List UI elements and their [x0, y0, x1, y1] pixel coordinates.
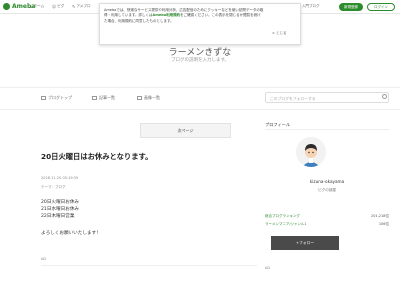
blog-search-input[interactable]: このブログをフォローする — [265, 92, 389, 103]
avatar-illustration — [296, 137, 326, 167]
tab-image-list-label: 画像一覧 — [144, 95, 160, 100]
tab-blog-top-label: ブログトップ — [48, 95, 72, 100]
tab-blog-top[interactable]: ブログトップ — [41, 95, 72, 101]
ameba-logo-icon — [3, 3, 10, 10]
home-icon: ⌂ — [30, 4, 33, 9]
blog-description: ブログの説明を入力します。 — [170, 58, 230, 63]
post-theme[interactable]: テーマ：ブログ — [41, 185, 66, 190]
follow-button[interactable]: +フォロー — [271, 236, 339, 250]
rank-label: 総合ブログランキング — [265, 214, 300, 218]
notice-text-1: Amebaでは、快適なサービス提供や利用分析、広告配信のためにクッキーなどを使い… — [104, 8, 264, 12]
rank-row[interactable]: 総合ブログランキング 201,218位 — [265, 214, 389, 219]
notice-close-button[interactable]: × とじる — [272, 31, 287, 36]
notice-close-label: とじる — [276, 31, 287, 35]
profile-name[interactable]: kizuna-okayama — [265, 179, 389, 184]
post-closing: よろしくお願いいたします！ — [41, 231, 101, 236]
notice-text-2: 得・利用しています。詳しくは — [104, 13, 153, 18]
nav-ameblo-label: アメブロ — [76, 4, 91, 8]
pigg-icon: ☺ — [52, 4, 57, 9]
rank-label: ラーメンマニア/ジャンル1 — [265, 222, 307, 226]
nav-ameblo[interactable]: ✎ アメブロ — [72, 4, 91, 9]
profile-heading: プロフィール — [265, 122, 291, 127]
rank-value: 106位 — [378, 222, 389, 226]
entry-list-icon — [92, 96, 97, 100]
cookie-notice: Amebaでは、快適なサービス提供や利用分析、広告配信のためにクッキーなどを使い… — [99, 3, 301, 45]
blog-icon: ✎ — [72, 4, 76, 9]
pigg-room-link[interactable]: ピグの部屋 — [265, 188, 389, 193]
post-line: 21日水曜日お休み — [41, 207, 80, 212]
next-page-button[interactable]: 次ページ — [140, 123, 231, 138]
notice-text-4: た場合、利用規約に同意したものとします。 — [104, 18, 174, 23]
post-line: 20日火曜日お休み — [41, 200, 80, 205]
divider — [41, 265, 257, 266]
nav-home[interactable]: ⌂ ホーム — [30, 4, 44, 9]
tab-entry-list[interactable]: 記事一覧 — [92, 95, 115, 101]
search-icon[interactable] — [382, 94, 387, 99]
terms-link[interactable]: Ameba利用規約 — [153, 13, 181, 17]
rank-value: 201,218位 — [371, 214, 389, 218]
image-list-icon — [137, 96, 142, 100]
blog-top-icon — [41, 96, 46, 100]
tab-entry-list-label: 記事一覧 — [99, 95, 115, 100]
login-button[interactable]: ログイン — [367, 3, 395, 11]
help-link[interactable]: 入門ブログ — [302, 4, 320, 9]
ad-label: AD — [41, 257, 47, 261]
divider — [265, 129, 389, 130]
avatar[interactable] — [296, 137, 326, 167]
nav-pigg-label: ピグ — [57, 4, 65, 8]
sidebar-ad-label: AD — [265, 266, 271, 270]
nav-home-label: ホーム — [33, 4, 45, 8]
post-line: 22日木曜日営業 — [41, 214, 75, 219]
nav-pigg[interactable]: ☺ ピグ — [52, 4, 64, 9]
rank-row[interactable]: ラーメンマニア/ジャンル1 106位 — [265, 222, 389, 227]
notice-text-3: をご確認ください。この表示を閉じるか閲覧を続け — [180, 13, 261, 18]
tab-image-list[interactable]: 画像一覧 — [137, 95, 160, 101]
post-date: 2018-11-20 05:19:35 — [41, 176, 79, 180]
signup-button[interactable]: 新規登録 — [339, 3, 363, 11]
post-title[interactable]: 20日火曜日はお休みとなります。 — [41, 152, 152, 162]
